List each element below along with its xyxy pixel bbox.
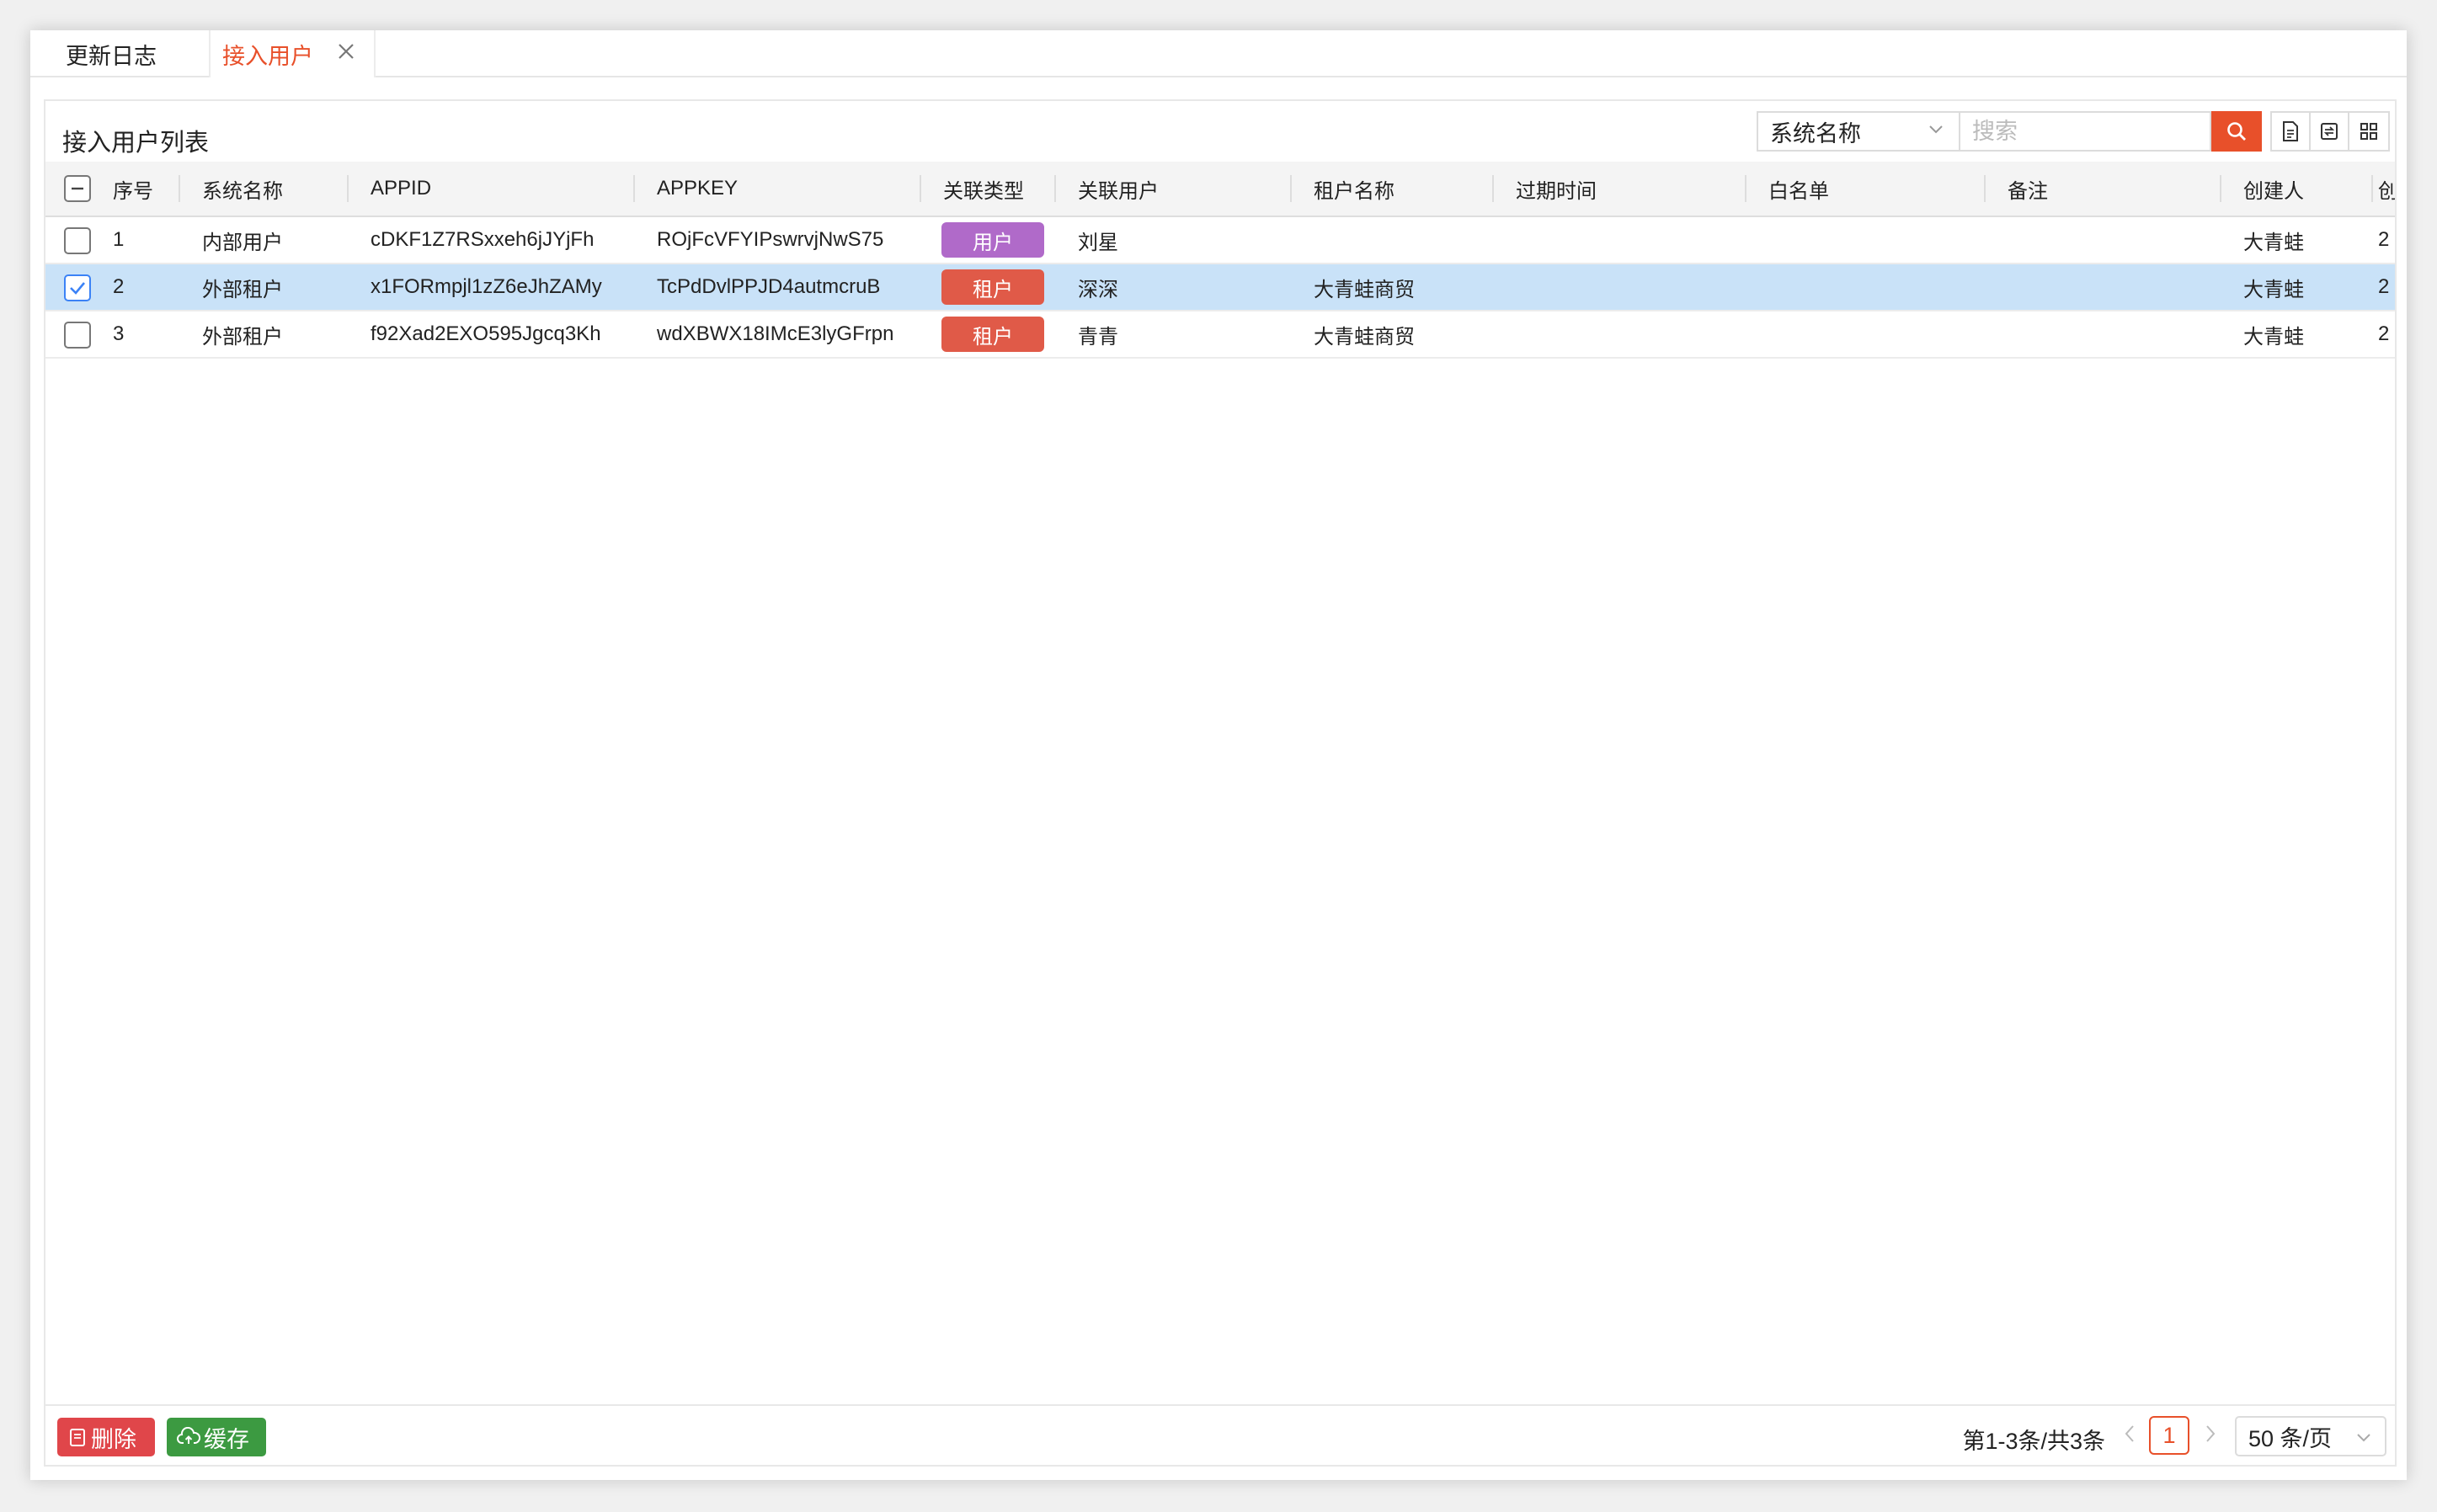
row-checkbox[interactable]	[64, 322, 91, 349]
cell-expire	[1494, 264, 1746, 310]
cell-no: 3	[113, 322, 125, 345]
cell-remark	[1986, 311, 2221, 357]
column-header-expire[interactable]: 过期时间	[1494, 162, 1746, 216]
cell-remark	[1986, 217, 2221, 263]
chevron-down-icon	[2357, 1434, 2370, 1442]
delete-button[interactable]: 删除	[57, 1418, 155, 1456]
cell-whitelist	[1746, 217, 1986, 263]
cell-creator: 大青蛙	[2243, 231, 2304, 254]
filter-field-value: 系统名称	[1770, 120, 1861, 146]
toolbar: 系统名称	[1757, 111, 2390, 152]
cell-whitelist	[1746, 311, 1986, 357]
row-checkbox[interactable]	[64, 274, 91, 301]
grid-view-icon[interactable]	[2349, 113, 2388, 150]
table-footer: 删除 缓存 第1-3条/共3条 1 50 条/页	[45, 1404, 2395, 1465]
type-badge: 租户	[941, 317, 1044, 352]
next-page-icon[interactable]	[2198, 1421, 2223, 1451]
cloud-upload-icon	[177, 1427, 200, 1444]
export-icon[interactable]	[2272, 113, 2311, 150]
cell-creator: 大青蛙	[2243, 325, 2304, 349]
column-header-created[interactable]: 创	[2373, 162, 2395, 216]
cache-button[interactable]: 缓存	[167, 1418, 266, 1456]
cell-tenant	[1292, 217, 1494, 263]
table-row[interactable]: 2 外部租户 x1FORmpjl1zZ6eJhZAMy TcPdDvlPPJD4…	[45, 264, 2395, 311]
cell-created: 2	[2378, 228, 2390, 251]
cell-system: 外部租户	[202, 278, 283, 301]
cell-expire	[1494, 311, 1746, 357]
filter-field-select[interactable]: 系统名称	[1757, 111, 1959, 152]
cell-appkey: wdXBWX18IMcE3lyGFrpn	[657, 322, 894, 345]
page-button-current[interactable]: 1	[2149, 1416, 2189, 1455]
cell-remark	[1986, 264, 2221, 310]
column-header-whitelist[interactable]: 白名单	[1746, 162, 1986, 216]
row-checkbox[interactable]	[64, 227, 91, 254]
cell-user: 刘星	[1078, 231, 1118, 254]
cache-label: 缓存	[204, 1426, 249, 1452]
table-header: 序号 系统名称 APPID APPKEY 关联类型 关联用户 租户名称 过期时间…	[45, 162, 2395, 217]
cell-system: 外部租户	[202, 325, 283, 349]
app-window: 更新日志 接入用户 接入用户列表 系统名称 搜索 序号 系统名称 APPID A…	[30, 30, 2407, 1480]
search-button[interactable]	[2211, 111, 2262, 152]
cell-created: 2	[2378, 322, 2390, 345]
table-row[interactable]: 1 内部用户 cDKF1Z7RSxxeh6jJYjFh ROjFcVFYIPsw…	[45, 217, 2395, 264]
cell-creator: 大青蛙	[2243, 278, 2304, 301]
column-header-type[interactable]: 关联类型	[921, 162, 1056, 216]
prev-page-icon[interactable]	[2117, 1421, 2142, 1451]
type-badge: 用户	[941, 222, 1044, 258]
cell-created: 2	[2378, 275, 2390, 298]
tab-label: 接入用户	[222, 43, 313, 69]
pager-info: 第1-3条/共3条	[1962, 1429, 2105, 1454]
tab-changelog[interactable]: 更新日志	[49, 30, 211, 77]
column-header-appid[interactable]: APPID	[349, 162, 635, 216]
close-icon[interactable]	[333, 40, 359, 66]
check-icon	[70, 282, 85, 295]
refresh-icon[interactable]	[2311, 113, 2349, 150]
cell-system: 内部用户	[202, 231, 283, 254]
cell-appid: f92Xad2EXO595Jgcq3Kh	[371, 322, 601, 345]
cell-tenant: 大青蛙商贸	[1314, 325, 1415, 349]
cell-type: 租户	[921, 264, 1056, 310]
search-input[interactable]	[1959, 111, 2211, 152]
cell-whitelist	[1746, 264, 1986, 310]
select-all-checkbox[interactable]	[64, 175, 91, 202]
cell-user: 深深	[1078, 278, 1118, 301]
main-panel: 接入用户列表 系统名称 搜索 序号 系统名称 APPID APPKEY 关联类型…	[44, 99, 2397, 1467]
cell-type: 用户	[921, 217, 1056, 263]
column-header-no[interactable]: 序号	[94, 162, 180, 216]
delete-label: 删除	[91, 1426, 136, 1452]
column-header-system[interactable]: 系统名称	[180, 162, 349, 216]
column-header-tenant[interactable]: 租户名称	[1292, 162, 1494, 216]
tab-label: 更新日志	[66, 43, 157, 69]
column-header-appkey[interactable]: APPKEY	[635, 162, 921, 216]
page-size-select[interactable]: 50 条/页	[2235, 1416, 2386, 1456]
tab-bar: 更新日志 接入用户	[30, 30, 2407, 79]
cell-tenant: 大青蛙商贸	[1314, 278, 1415, 301]
cell-user: 青青	[1078, 325, 1118, 349]
data-table: 序号 系统名称 APPID APPKEY 关联类型 关联用户 租户名称 过期时间…	[45, 162, 2395, 1408]
page-size-value: 50 条/页	[2248, 1425, 2333, 1451]
cell-expire	[1494, 217, 1746, 263]
cell-appkey: TcPdDvlPPJD4autmcruB	[657, 275, 881, 298]
column-header-creator[interactable]: 创建人	[2221, 162, 2373, 216]
cell-no: 1	[113, 228, 125, 251]
cell-type: 租户	[921, 311, 1056, 357]
trash-icon	[70, 1429, 85, 1446]
cell-no: 2	[113, 275, 125, 298]
view-tools	[2270, 111, 2390, 152]
cell-appid: cDKF1Z7RSxxeh6jJYjFh	[371, 228, 595, 251]
column-header-remark[interactable]: 备注	[1986, 162, 2221, 216]
chevron-down-icon	[1929, 125, 1943, 134]
column-header-user[interactable]: 关联用户	[1056, 162, 1292, 216]
search-icon	[2227, 122, 2246, 141]
page-title: 接入用户列表	[62, 130, 210, 157]
type-badge: 租户	[941, 269, 1044, 305]
tab-access-users[interactable]: 接入用户	[211, 30, 376, 79]
cell-appid: x1FORmpjl1zZ6eJhZAMy	[371, 275, 602, 298]
cell-appkey: ROjFcVFYIPswrvjNwS75	[657, 228, 884, 251]
table-row[interactable]: 3 外部租户 f92Xad2EXO595Jgcq3Kh wdXBWX18IMcE…	[45, 311, 2395, 359]
